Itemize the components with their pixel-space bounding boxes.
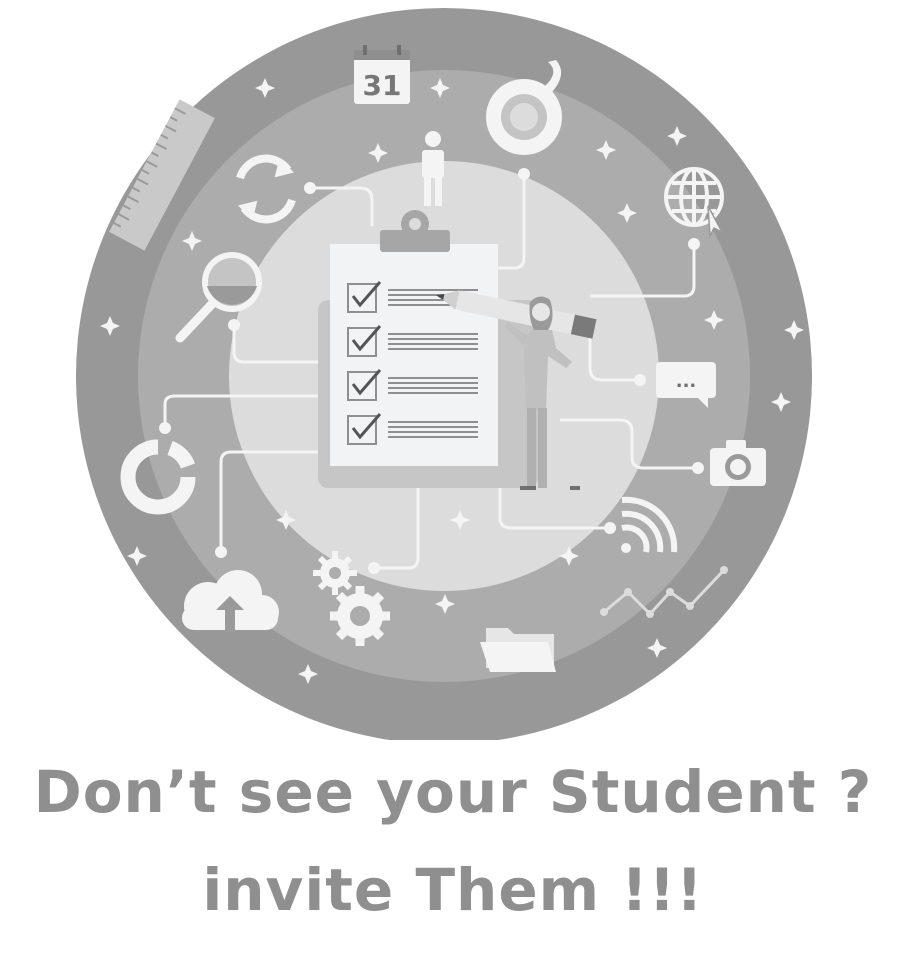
calendar-icon: 31 <box>354 45 410 104</box>
calendar-day: 31 <box>363 69 402 102</box>
folder-icon <box>480 628 556 672</box>
empty-state-illustration: 31 ... <box>76 8 812 740</box>
invite-prompt: invite Them !!! <box>202 856 704 924</box>
empty-state-title: Don’t see your Student ? <box>33 758 873 826</box>
chat-dots: ... <box>676 371 697 392</box>
